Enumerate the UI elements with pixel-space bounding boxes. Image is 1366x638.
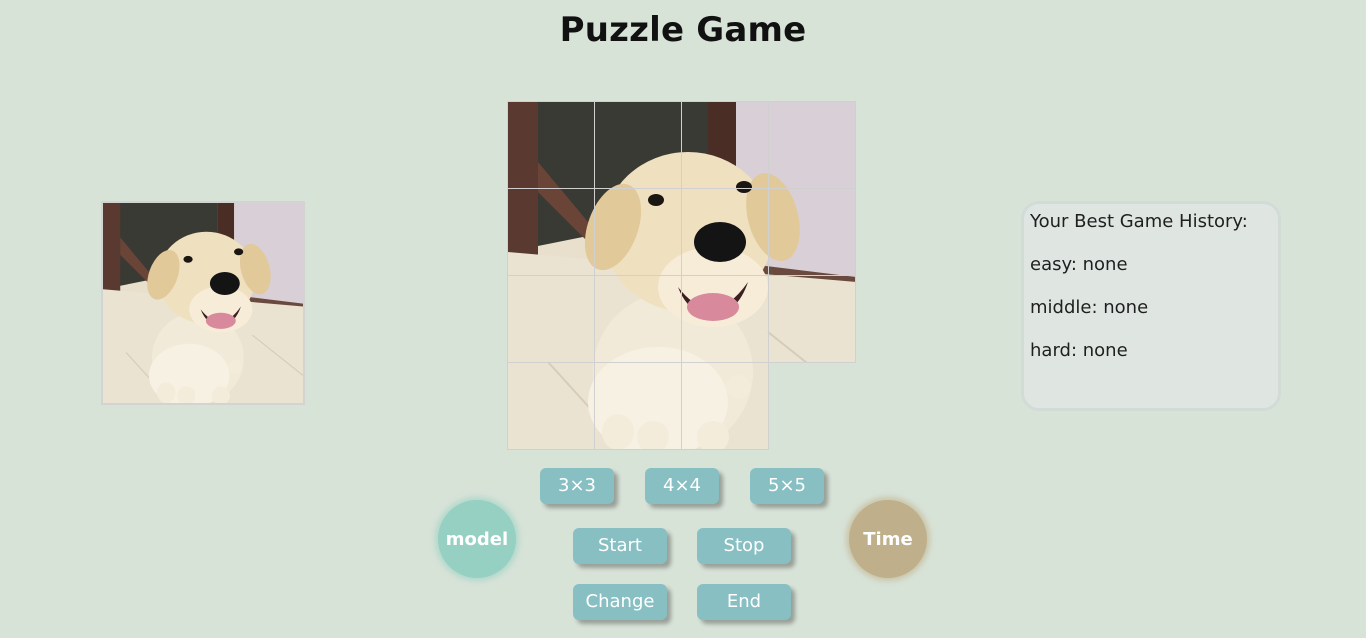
puzzle-tile[interactable] bbox=[594, 362, 682, 450]
tile-image-icon bbox=[682, 102, 768, 188]
puzzle-tile[interactable] bbox=[507, 188, 595, 276]
puzzle-tile[interactable] bbox=[681, 362, 769, 450]
hard-5x5-button[interactable]: 5×5 bbox=[750, 468, 824, 504]
puzzle-board[interactable] bbox=[507, 101, 856, 450]
history-easy: easy: none bbox=[1030, 254, 1128, 275]
tile-image-icon bbox=[595, 189, 681, 275]
history-middle: middle: none bbox=[1030, 297, 1149, 318]
tile-image-icon bbox=[508, 189, 594, 275]
puzzle-tile[interactable] bbox=[681, 188, 769, 276]
history-panel: Your Best Game History: easy: none middl… bbox=[1021, 201, 1281, 411]
puzzle-tile[interactable] bbox=[768, 275, 856, 363]
middle-4x4-button[interactable]: 4×4 bbox=[645, 468, 719, 504]
tile-image-icon bbox=[508, 363, 594, 449]
easy-3x3-button[interactable]: 3×3 bbox=[540, 468, 614, 504]
change-button[interactable]: Change bbox=[573, 584, 667, 620]
stop-button[interactable]: Stop bbox=[697, 528, 791, 564]
dog-photo-icon bbox=[103, 203, 303, 403]
puzzle-tile[interactable] bbox=[594, 188, 682, 276]
puzzle-tile[interactable] bbox=[768, 101, 856, 189]
page-title: Puzzle Game bbox=[559, 10, 807, 50]
tile-image-icon bbox=[595, 276, 681, 362]
puzzle-tile[interactable] bbox=[507, 275, 595, 363]
puzzle-tile[interactable] bbox=[507, 362, 595, 450]
tile-image-icon bbox=[769, 189, 855, 275]
tile-image-icon bbox=[682, 363, 768, 449]
time-button[interactable]: Time bbox=[849, 500, 927, 578]
tile-image-icon bbox=[682, 189, 768, 275]
tile-image-icon bbox=[769, 102, 855, 188]
end-button[interactable]: End bbox=[697, 584, 791, 620]
puzzle-tile[interactable] bbox=[594, 101, 682, 189]
tile-image-icon bbox=[769, 276, 855, 362]
puzzle-tile[interactable] bbox=[768, 188, 856, 276]
puzzle-tile[interactable] bbox=[507, 101, 595, 189]
tile-image-icon bbox=[595, 363, 681, 449]
model-button[interactable]: model bbox=[438, 500, 516, 578]
puzzle-tile[interactable] bbox=[681, 101, 769, 189]
puzzle-tile[interactable] bbox=[681, 275, 769, 363]
tile-image-icon bbox=[682, 276, 768, 362]
start-button[interactable]: Start bbox=[573, 528, 667, 564]
tile-image-icon bbox=[508, 276, 594, 362]
history-hard: hard: none bbox=[1030, 340, 1128, 361]
puzzle-tile[interactable] bbox=[594, 275, 682, 363]
history-heading: Your Best Game History: bbox=[1030, 211, 1248, 232]
tile-image-icon bbox=[595, 102, 681, 188]
tile-image-icon bbox=[508, 102, 594, 188]
preview-image bbox=[101, 201, 305, 405]
